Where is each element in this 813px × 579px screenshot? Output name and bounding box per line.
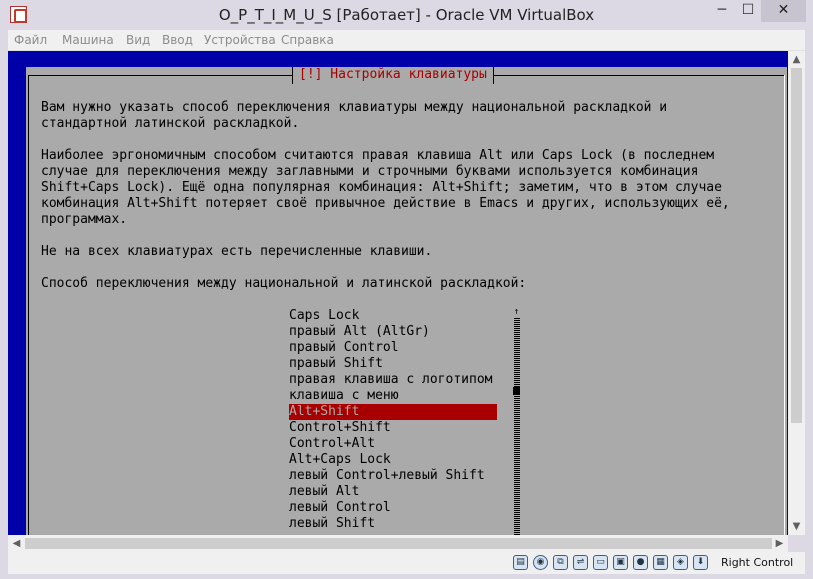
maximize-button[interactable]: ☐ [735, 0, 761, 22]
menu-input[interactable]: Ввод [162, 33, 193, 47]
horizontal-scrollbar[interactable]: ◀ ▶ [8, 535, 788, 552]
list-item[interactable]: Alt+Caps Lock [289, 452, 497, 468]
vertical-scroll-thumb[interactable] [791, 68, 802, 423]
menu-devices[interactable]: Устройства [204, 33, 276, 47]
dialog-frame-left [28, 75, 29, 535]
toggle-method-list[interactable]: Caps Lock правый Alt (AltGr) правый Cont… [289, 308, 497, 532]
dialog-title: [!] Настройка клавиатуры [292, 67, 494, 84]
usb-icon[interactable]: ⇌ [573, 555, 588, 570]
list-item[interactable]: правый Control [289, 340, 497, 356]
close-button[interactable]: ✕ [761, 0, 806, 22]
list-scroll-track[interactable] [514, 318, 520, 535]
dialog-paragraph-note: Не на всех клавиатурах есть перечисленны… [41, 244, 433, 259]
list-item[interactable]: правая клавиша с логотипом [289, 372, 497, 388]
display-icon[interactable]: ▣ [613, 555, 628, 570]
list-item-selected[interactable]: Alt+Shift [289, 404, 497, 420]
list-item[interactable]: левый Shift [289, 516, 497, 532]
scroll-down-icon[interactable]: ▼ [788, 518, 805, 535]
dialog-prompt: Способ переключения между национальной и… [41, 276, 527, 291]
list-item[interactable]: Control+Shift [289, 420, 497, 436]
menu-bar: Файл Машина Вид Ввод Устройства Справка [8, 30, 805, 51]
list-item[interactable]: левый Alt [289, 484, 497, 500]
window-titlebar[interactable]: O_P_T_I_M_U_S [Работает] - Oracle VM Vir… [0, 0, 813, 30]
menu-view[interactable]: Вид [126, 33, 150, 47]
list-scroll-thumb[interactable] [513, 387, 520, 395]
minimize-button[interactable]: ─ [709, 0, 735, 22]
list-item[interactable]: правый Shift [289, 356, 497, 372]
vertical-scrollbar[interactable]: ▲ ▼ [788, 51, 805, 535]
list-scrollbar[interactable]: ↑ [512, 307, 521, 535]
optical-disc-icon[interactable]: ◉ [533, 555, 548, 570]
scroll-up-icon[interactable]: ▲ [788, 51, 805, 68]
host-key-label: Right Control [721, 556, 794, 569]
dialog-paragraph-ergonomics: Наиболее эргономичным способом считаются… [41, 148, 730, 227]
scroll-up-arrow-icon[interactable]: ↑ [512, 307, 521, 317]
list-item[interactable]: Control+Alt [289, 436, 497, 452]
menu-help[interactable]: Справка [281, 33, 334, 47]
hdd-icon[interactable]: ▤ [513, 555, 528, 570]
scroll-left-icon[interactable]: ◀ [8, 535, 25, 552]
cpu-icon[interactable]: ▦ [653, 555, 668, 570]
vm-display[interactable]: [!] Настройка клавиатуры Вам нужно указа… [8, 51, 788, 535]
menu-file[interactable]: Файл [14, 33, 47, 47]
status-bar: ▤ ◉ ⧉ ⇌ ▭ ▣ ● ▦ ◈ ⬇ Right Control [8, 552, 805, 574]
video-capture-icon[interactable]: ● [633, 555, 648, 570]
mouse-integration-icon[interactable]: ◈ [673, 555, 688, 570]
shared-folder-icon[interactable]: ▭ [593, 555, 608, 570]
dialog-frame-right [784, 75, 785, 535]
window-title: O_P_T_I_M_U_S [Работает] - Oracle VM Vir… [218, 6, 595, 24]
network-icon[interactable]: ⧉ [553, 555, 568, 570]
list-item[interactable]: левый Control [289, 500, 497, 516]
menu-machine[interactable]: Машина [62, 33, 114, 47]
scroll-right-icon[interactable]: ▶ [771, 535, 788, 552]
dialog-paragraph-intro: Вам нужно указать способ переключения кл… [41, 100, 668, 131]
list-item[interactable]: Caps Lock [289, 308, 497, 324]
list-item[interactable]: клавиша с меню [289, 388, 497, 404]
keyboard-capture-icon[interactable]: ⬇ [693, 555, 708, 570]
horizontal-scroll-thumb[interactable] [25, 538, 772, 549]
keyboard-config-dialog: [!] Настройка клавиатуры Вам нужно указа… [26, 67, 787, 535]
list-item[interactable]: правый Alt (AltGr) [289, 324, 497, 340]
list-item[interactable]: левый Control+левый Shift [289, 468, 497, 484]
